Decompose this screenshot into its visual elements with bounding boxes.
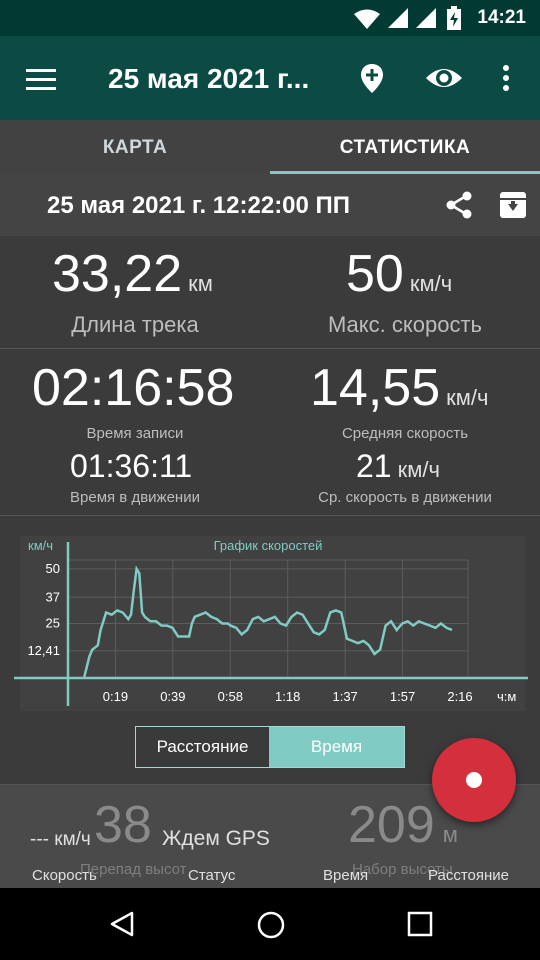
clock: 14:21 xyxy=(477,7,526,28)
wifi-icon xyxy=(354,9,380,29)
y-tick-label: 50 xyxy=(46,561,60,576)
y-axis-label: км/ч xyxy=(28,538,53,553)
record-time-label: Время записи xyxy=(86,425,184,442)
elevation-diff-value: 38 xyxy=(94,796,152,854)
max-speed-unit: км/ч xyxy=(409,271,453,296)
status-bar: 14:21 xyxy=(0,0,540,36)
x-tick-label: 0:39 xyxy=(160,689,185,704)
divider xyxy=(0,348,540,349)
distance-unit: км xyxy=(188,271,213,296)
moving-time-value: 01:36:11 xyxy=(70,448,193,484)
elevation-gain-value: 209 xyxy=(348,796,435,854)
toggle-distance[interactable]: Расстояние xyxy=(136,727,269,767)
battery-charging-icon xyxy=(447,6,461,30)
system-nav-bar xyxy=(0,888,540,960)
tab-statistics[interactable]: СТАТИСТИКА xyxy=(270,120,540,174)
more-vertical-icon[interactable] xyxy=(498,60,514,96)
signal-icon xyxy=(388,8,408,28)
x-tick-label: 1:37 xyxy=(332,689,357,704)
page-title: 25 мая 2021 г... xyxy=(108,63,310,94)
avg-speed-label: Средняя скорость xyxy=(341,425,469,442)
mode-toggle: Расстояние Время xyxy=(135,726,405,768)
menu-icon[interactable] xyxy=(26,69,56,90)
track-header: 25 мая 2021 г. 12:22:00 ПП xyxy=(0,174,540,236)
distance-value: 33,22 xyxy=(52,245,183,303)
x-axis-label: ч:м xyxy=(497,689,516,704)
y-tick-label: 12,41 xyxy=(27,643,60,658)
avg-speed-unit: км/ч xyxy=(446,385,489,410)
avg-moving-speed-value: 21 xyxy=(356,448,392,484)
elevation-gain-unit: м xyxy=(442,822,458,847)
x-tick-label: 1:57 xyxy=(390,689,415,704)
record-icon xyxy=(466,772,482,788)
eye-icon[interactable] xyxy=(424,60,464,96)
status-value: Ждем GPS xyxy=(162,827,270,850)
time-label: Время xyxy=(323,867,369,884)
distance-stat: 33,22 км xyxy=(52,244,213,304)
y-tick-label: 37 xyxy=(46,589,60,604)
tab-bar: КАРТА СТАТИСТИКА xyxy=(0,120,540,174)
divider xyxy=(0,515,540,516)
tab-map[interactable]: КАРТА xyxy=(0,120,270,174)
track-datetime: 25 мая 2021 г. 12:22:00 ПП xyxy=(47,192,351,219)
add-marker-icon[interactable] xyxy=(354,60,390,96)
avg-moving-speed-stat: 21 км/ч xyxy=(356,448,440,485)
record-button[interactable] xyxy=(432,738,516,822)
archive-icon[interactable] xyxy=(498,190,528,220)
chart-title: График скоростей xyxy=(214,538,323,553)
distance-label: Длина трека xyxy=(71,312,199,337)
share-icon[interactable] xyxy=(444,190,474,220)
home-icon[interactable] xyxy=(256,910,286,940)
max-speed-label: Макс. скорость xyxy=(327,312,483,337)
record-time-value: 02:16:58 xyxy=(32,359,235,417)
moving-time-label: Время в движении xyxy=(70,489,200,506)
distance-label-bottom: Расстояние xyxy=(428,867,510,884)
avg-speed-value: 14,55 xyxy=(310,359,441,417)
signal-icon xyxy=(416,8,436,28)
x-tick-label: 0:58 xyxy=(218,689,243,704)
recents-icon[interactable] xyxy=(407,911,433,937)
back-icon[interactable] xyxy=(108,910,136,938)
y-tick-label: 25 xyxy=(46,615,60,630)
max-speed-value: 50 xyxy=(346,245,404,303)
max-speed-stat: 50 км/ч xyxy=(346,244,452,304)
status-label: Статус xyxy=(188,867,236,884)
avg-moving-speed-unit: км/ч xyxy=(397,457,440,482)
avg-moving-speed-label: Ср. скорость в движении xyxy=(318,489,492,506)
x-tick-label: 2:16 xyxy=(447,689,472,704)
speed-value: --- км/ч xyxy=(30,829,91,850)
avg-speed-stat: 14,55 км/ч xyxy=(310,358,488,418)
toggle-time[interactable]: Время xyxy=(269,727,404,767)
x-tick-label: 0:19 xyxy=(103,689,128,704)
record-time-stat: 02:16:58 xyxy=(32,358,234,418)
app-bar: 25 мая 2021 г... xyxy=(0,36,540,120)
speed-chart[interactable]: 50 37 25 12,41 0:19 0:39 0:58 1:18 1:37 1:57 2:16… xyxy=(0,528,540,718)
speed-label: Скорость xyxy=(32,867,97,884)
x-tick-label: 1:18 xyxy=(275,689,300,704)
